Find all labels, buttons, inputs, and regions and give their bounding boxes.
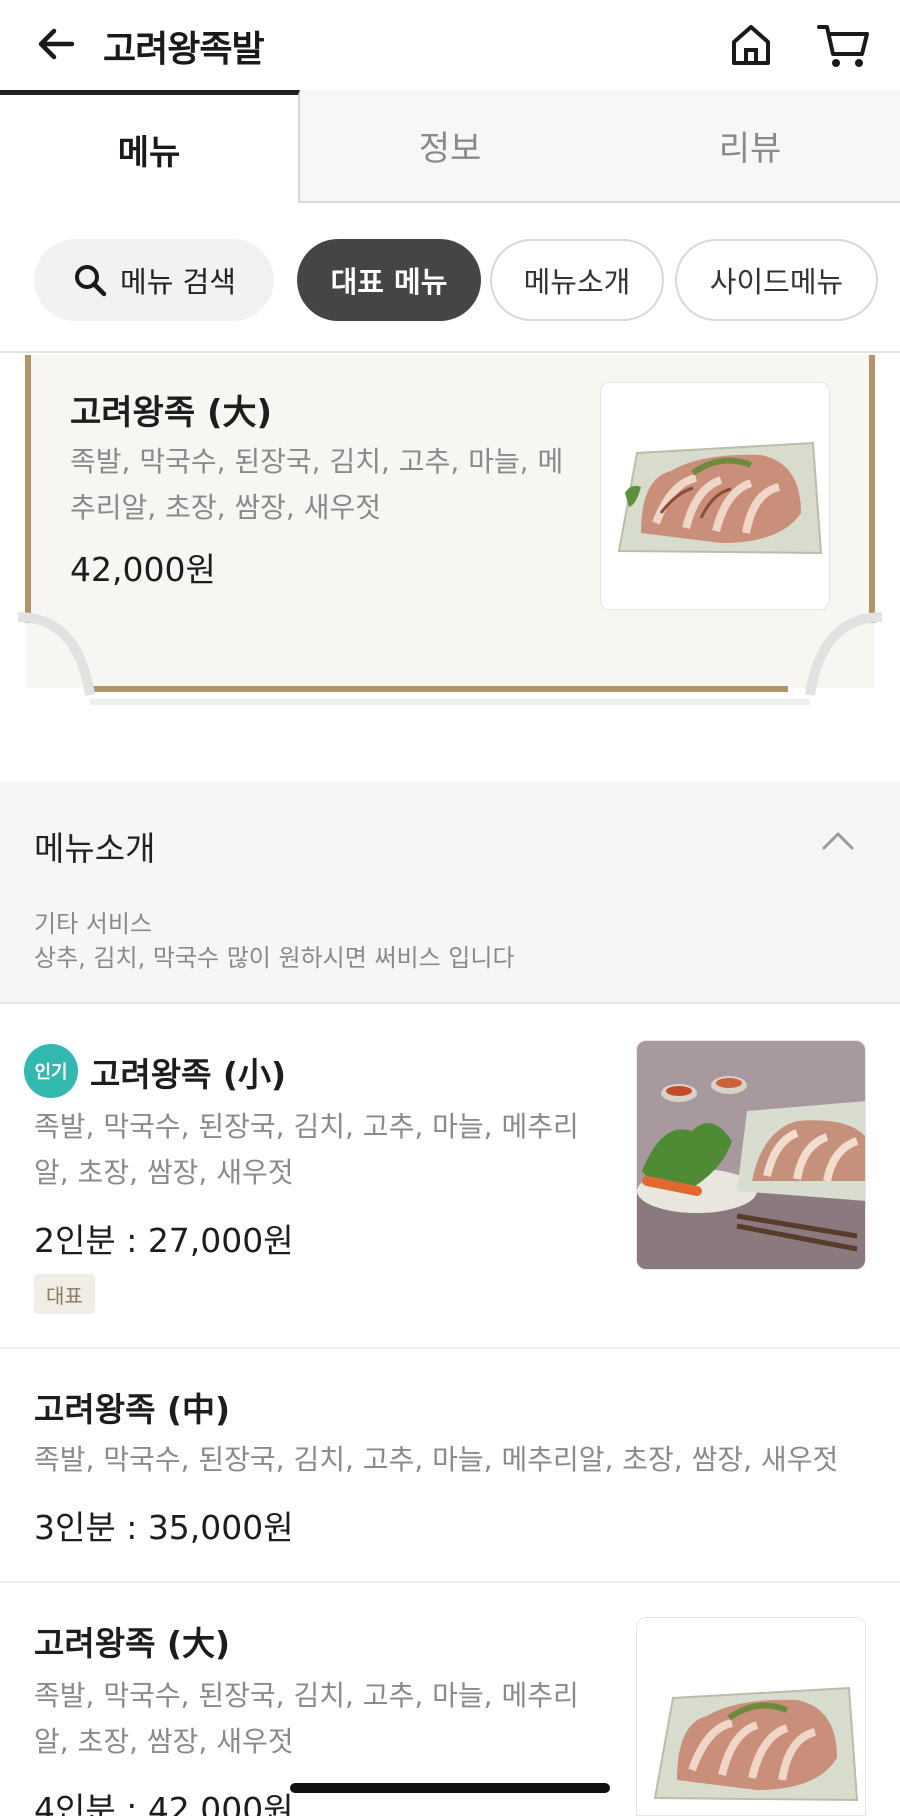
search-icon (75, 265, 107, 297)
menu-item-desc-line: 족발, 막국수, 된장국, 김치, 고추, 마늘, 메추리 (34, 1679, 579, 1712)
top-bar: 고려왕족발 (0, 0, 900, 90)
back-arrow-icon[interactable] (34, 22, 78, 66)
menu-intro-section: 메뉴소개 기타 서비스 상추, 김치, 막국수 많이 원하시면 써비스 입니다 (0, 782, 900, 1004)
menu-item-description: 족발, 막국수, 된장국, 김치, 고추, 마늘, 메추리 알, 초장, 쌈장,… (34, 1673, 579, 1765)
featured-item-photo[interactable] (600, 382, 830, 610)
tab-bar: 메뉴 정보 리뷰 (0, 90, 900, 203)
featured-desc-line: 족발, 막국수, 된장국, 김치, 고추, 마늘, 메 (70, 445, 564, 478)
menu-item[interactable]: 고려왕족 (大) 족발, 막국수, 된장국, 김치, 고추, 마늘, 메추리 알… (0, 1583, 900, 1816)
menu-item-desc-line: 알, 초장, 쌈장, 새우젓 (34, 1156, 294, 1189)
featured-item-name: 고려왕족 (大) (70, 393, 273, 433)
featured-item-description: 족발, 막국수, 된장국, 김치, 고추, 마늘, 메 추리알, 초장, 쌈장,… (70, 439, 570, 531)
chip-menu-intro[interactable]: 메뉴소개 (490, 239, 664, 321)
store-title: 고려왕족발 (103, 29, 265, 70)
tab-menu[interactable]: 메뉴 (0, 90, 300, 203)
menu-item[interactable]: 고려왕족 (中) 족발, 막국수, 된장국, 김치, 고추, 마늘, 메추리알,… (0, 1349, 900, 1583)
jokbal-set-image (637, 1041, 865, 1269)
menu-item-price: 2인분 : 27,000원 (34, 1221, 294, 1260)
featured-desc-line: 추리알, 초장, 쌈장, 새우젓 (70, 491, 382, 524)
menu-item-name: 고려왕족 (中) (34, 1390, 231, 1429)
menu-item-name: 고려왕족 (大) (34, 1624, 231, 1663)
chip-representative-menu[interactable]: 대표 메뉴 (297, 239, 481, 321)
menu-item-photo[interactable] (636, 1040, 866, 1270)
menu-search-label: 메뉴 검색 (120, 265, 236, 299)
home-icon[interactable] (726, 20, 776, 70)
chip-side-menu[interactable]: 사이드메뉴 (675, 239, 878, 321)
representative-tag: 대표 (34, 1274, 95, 1314)
jokbal-plate-image (637, 1618, 865, 1815)
tab-reviews[interactable]: 리뷰 (600, 90, 900, 203)
featured-item-price: 42,000원 (70, 550, 216, 589)
menu-item-desc-line: 알, 초장, 쌈장, 새우젓 (34, 1725, 294, 1758)
menu-item[interactable]: 인기 고려왕족 (小) 족발, 막국수, 된장국, 김치, 고추, 마늘, 메추… (0, 1004, 900, 1349)
section-note-text: 상추, 김치, 막국수 많이 원하시면 써비스 입니다 (34, 944, 515, 972)
menu-item-photo[interactable] (636, 1617, 866, 1816)
menu-item-name: 고려왕족 (小) (90, 1055, 287, 1094)
menu-item-desc-line: 족발, 막국수, 된장국, 김치, 고추, 마늘, 메추리 (34, 1110, 579, 1143)
menu-item-price: 3인분 : 35,000원 (34, 1508, 294, 1547)
chevron-up-icon[interactable] (818, 820, 858, 860)
menu-search-button[interactable]: 메뉴 검색 (34, 239, 274, 321)
jokbal-plate-image (601, 383, 829, 609)
cart-icon[interactable] (816, 20, 870, 70)
menu-item-description: 족발, 막국수, 된장국, 김치, 고추, 마늘, 메추리알, 초장, 쌈장, … (34, 1437, 838, 1483)
featured-menu-card[interactable]: 고려왕족 (大) 족발, 막국수, 된장국, 김치, 고추, 마늘, 메 추리알… (0, 355, 900, 715)
home-indicator (290, 1783, 610, 1793)
menu-item-desc-line: 족발, 막국수, 된장국, 김치, 고추, 마늘, 메추리알, 초장, 쌈장, … (34, 1443, 839, 1476)
tab-info[interactable]: 정보 (300, 90, 600, 203)
menu-item-price: 4인분 : 42,000원 (34, 1790, 294, 1816)
popular-badge: 인기 (24, 1044, 78, 1098)
section-note-title: 기타 서비스 (34, 910, 153, 938)
menu-filter-bar: 메뉴 검색 대표 메뉴 메뉴소개 사이드메뉴 (0, 203, 900, 353)
section-title: 메뉴소개 (34, 829, 156, 868)
menu-item-description: 족발, 막국수, 된장국, 김치, 고추, 마늘, 메추리 알, 초장, 쌈장,… (34, 1104, 579, 1196)
